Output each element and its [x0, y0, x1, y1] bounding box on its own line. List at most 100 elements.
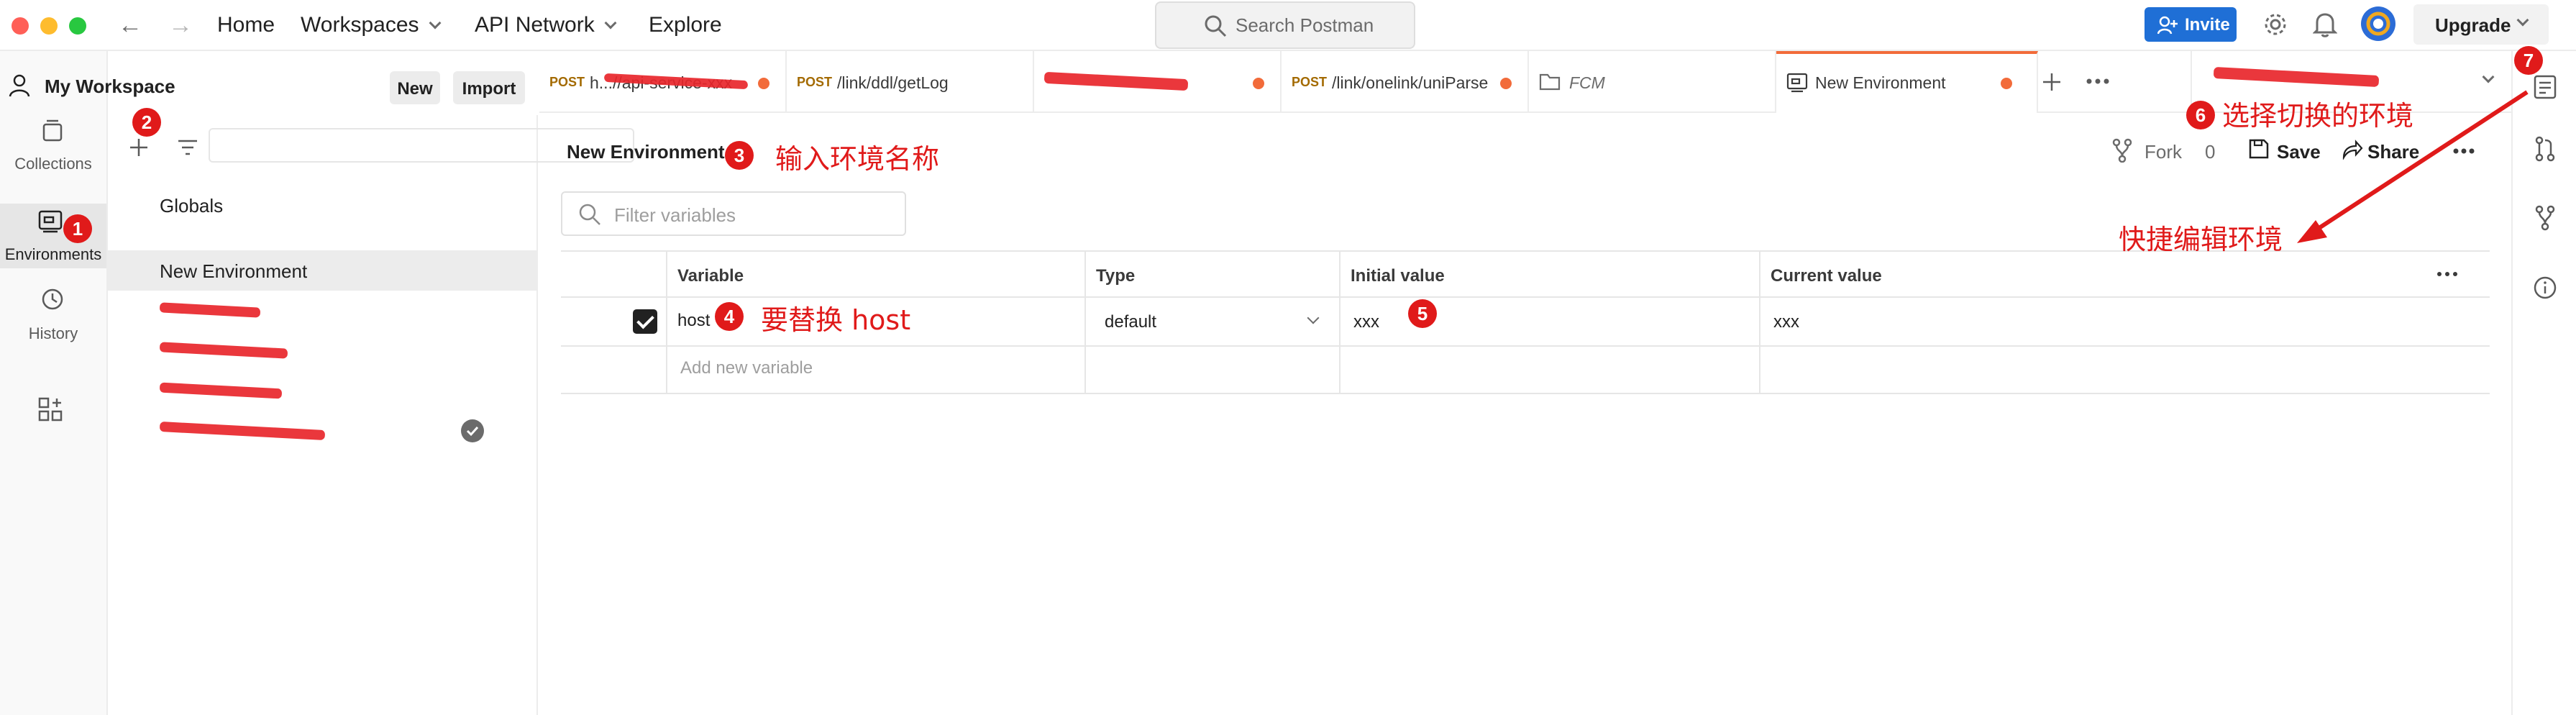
- column-label: Current value: [1771, 266, 1882, 286]
- tab-request-1[interactable]: POST h...//api-service-xxx: [539, 51, 787, 113]
- annotation-badge-2: 2: [132, 108, 161, 137]
- info-icon[interactable]: [2533, 275, 2557, 300]
- save-icon: [2249, 139, 2269, 159]
- variable-name-cell[interactable]: host: [677, 311, 710, 331]
- unsaved-dot: [758, 78, 769, 89]
- upgrade-button[interactable]: Upgrade: [2413, 4, 2549, 45]
- nav-home[interactable]: Home: [217, 13, 275, 37]
- chevron-down-icon: [604, 17, 617, 29]
- column-divider: [1759, 250, 1760, 394]
- environments-icon: [38, 210, 63, 233]
- table-header-select: [561, 250, 666, 298]
- back-arrow-icon[interactable]: ←: [118, 7, 142, 43]
- close-window-button[interactable]: [12, 17, 29, 35]
- table-header-current-value: Current value: [1759, 250, 2490, 298]
- workspace-header: My Workspace New Import: [0, 51, 538, 123]
- annotation-badge-6: 6: [2186, 101, 2215, 129]
- environment-quick-look-icon[interactable]: [2533, 74, 2557, 100]
- sidebar-item-redacted[interactable]: [108, 329, 536, 370]
- tab-request-4[interactable]: POST /link/onelink/uniParse: [1282, 51, 1529, 113]
- tab-collection-fcm[interactable]: FCM: [1529, 51, 1776, 113]
- tab-path: New Environment: [1815, 73, 1946, 92]
- annotation-text-3: 输入环境名称: [775, 143, 940, 175]
- chevron-down-icon: [2516, 14, 2529, 27]
- sidebar-item-globals[interactable]: Globals: [108, 185, 536, 225]
- import-button-label: Import: [462, 79, 516, 99]
- tab-request-2[interactable]: POST /link/ddl/getLog: [787, 51, 1034, 113]
- sidebar-item-active-env[interactable]: [108, 410, 536, 450]
- pull-request-icon[interactable]: [2534, 136, 2556, 162]
- sidebar-item-label: New Environment: [160, 260, 308, 282]
- column-divider: [1339, 250, 1340, 394]
- initial-value-cell[interactable]: xxx: [1353, 312, 1379, 332]
- plus-icon[interactable]: [128, 137, 150, 158]
- more-tabs-icon[interactable]: [2086, 77, 2110, 86]
- tab-new-environment[interactable]: New Environment: [1776, 51, 2038, 113]
- global-search[interactable]: Search Postman: [1155, 1, 1415, 49]
- fork-icon[interactable]: [2534, 205, 2556, 231]
- left-rail: Collections Environments History: [0, 51, 108, 715]
- annotation-text-4: 要替换 host: [761, 304, 911, 336]
- table-header-type: Type: [1084, 250, 1339, 298]
- filter-variables-placeholder: Filter variables: [614, 204, 736, 226]
- tab-method: POST: [1292, 75, 1328, 89]
- user-icon: [9, 74, 30, 97]
- rail-environments-label: Environments: [4, 245, 102, 263]
- nav-api-network[interactable]: API Network: [475, 13, 617, 37]
- column-divider: [666, 250, 667, 394]
- redaction-mark: [159, 421, 326, 441]
- rail-environments[interactable]: Environments: [0, 204, 106, 268]
- rail-history-label: History: [28, 324, 78, 342]
- tab-request-3[interactable]: [1034, 51, 1282, 113]
- chevron-down-icon: [429, 17, 442, 29]
- table-options-icon[interactable]: [2436, 270, 2458, 278]
- column-divider: [1084, 250, 1086, 394]
- fork-button[interactable]: Fork: [2145, 141, 2182, 163]
- nav-workspaces[interactable]: Workspaces: [301, 13, 442, 37]
- avatar[interactable]: [2360, 6, 2396, 42]
- new-button[interactable]: New: [390, 71, 440, 104]
- environment-icon: [1786, 73, 1808, 93]
- search-placeholder: Search Postman: [1236, 14, 1374, 36]
- active-check-icon: [461, 419, 484, 442]
- sidebar-item-redacted[interactable]: [108, 289, 536, 329]
- settings-gear-icon[interactable]: [2262, 12, 2288, 37]
- new-tab-plus-icon[interactable]: [2041, 71, 2063, 93]
- upgrade-label: Upgrade: [2435, 14, 2511, 36]
- annotation-badge-1: 1: [63, 214, 92, 243]
- nav-explore[interactable]: Explore: [649, 13, 722, 37]
- environment-name-field[interactable]: New Environment: [567, 141, 725, 163]
- variable-type-select[interactable]: default: [1105, 312, 1156, 332]
- row-divider: [561, 345, 2490, 347]
- new-button-label: New: [397, 79, 433, 99]
- unsaved-dot: [1253, 78, 1264, 89]
- chevron-down-icon: [1307, 311, 1320, 324]
- redaction-mark: [159, 302, 261, 318]
- fork-count: 0: [2205, 141, 2216, 163]
- minimize-window-button[interactable]: [40, 17, 58, 35]
- configure-sidebar-icon[interactable]: [37, 396, 63, 422]
- history-icon: [42, 288, 63, 310]
- add-new-variable-input[interactable]: Add new variable: [680, 358, 813, 378]
- annotation-badge-4: 4: [715, 302, 744, 331]
- filter-icon[interactable]: [177, 138, 198, 157]
- import-button[interactable]: Import: [453, 71, 525, 104]
- notifications-bell-icon[interactable]: [2313, 12, 2337, 37]
- tab-path: /link/onelink/uniParse: [1332, 73, 1489, 92]
- sidebar-item-new-environment[interactable]: New Environment: [108, 250, 536, 291]
- annotation-badge-3: 3: [725, 141, 754, 170]
- filter-variables-input[interactable]: Filter variables: [561, 191, 906, 236]
- forward-arrow-icon[interactable]: →: [168, 7, 193, 43]
- annotation-arrow: [2297, 90, 2529, 243]
- invite-label: Invite: [2185, 15, 2230, 35]
- nav-workspaces-label: Workspaces: [301, 13, 419, 37]
- folder-icon: [1539, 73, 1561, 91]
- rail-collections-label: Collections: [14, 155, 92, 173]
- maximize-window-button[interactable]: [69, 17, 86, 35]
- current-value-cell[interactable]: xxx: [1773, 312, 1799, 332]
- search-icon: [579, 204, 600, 225]
- variable-enabled-checkbox[interactable]: [633, 309, 657, 334]
- sidebar-item-redacted[interactable]: [108, 370, 536, 410]
- invite-button[interactable]: Invite: [2145, 7, 2237, 42]
- rail-history[interactable]: History: [0, 283, 106, 347]
